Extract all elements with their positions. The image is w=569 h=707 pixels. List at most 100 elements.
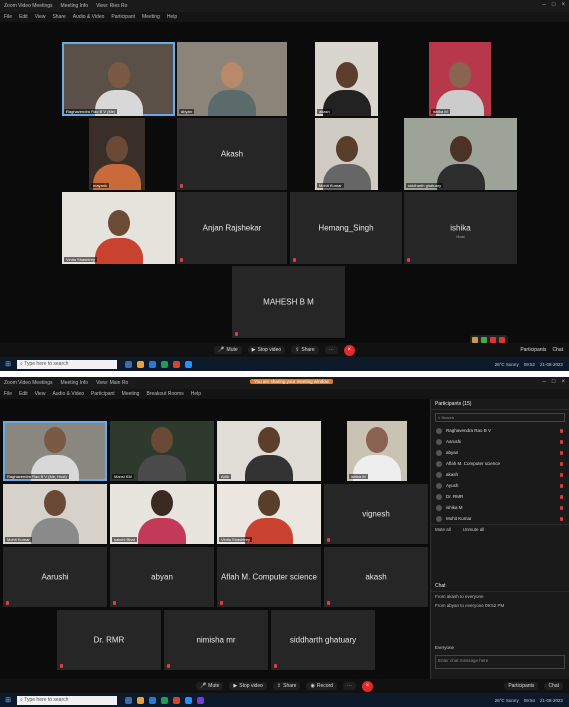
name-tile[interactable]: Aarushi xyxy=(3,547,107,607)
video-tile[interactable]: mayank xyxy=(89,118,145,190)
menu-participant[interactable]: Participant xyxy=(91,391,115,397)
taskbar-search-input[interactable]: ⌕ Type here to search xyxy=(17,359,117,369)
app-icon[interactable] xyxy=(173,696,180,704)
participant-row[interactable]: Aflah M. Computer science xyxy=(431,458,569,469)
mute-all-button[interactable]: Mute all xyxy=(435,527,451,532)
name-tile[interactable]: Dr. RMR xyxy=(57,610,161,670)
participant-row[interactable]: abyan xyxy=(431,447,569,458)
participants-search-input[interactable]: ⌕ Search xyxy=(435,413,565,422)
menu-audio-video[interactable]: Audio & Video xyxy=(73,14,105,20)
clock-time[interactable]: 09:54 xyxy=(524,698,535,703)
name-tile[interactable]: Hemang_Singh xyxy=(290,192,402,264)
video-tile[interactable]: Mohit Kumar xyxy=(315,118,378,190)
chat-button[interactable]: Chat xyxy=(544,682,563,690)
name-tile[interactable]: MAHESH B M xyxy=(232,266,345,338)
menu-meeting[interactable]: Meeting xyxy=(142,14,160,20)
share-button[interactable]: ⇪ Share xyxy=(291,346,319,354)
meeting-info[interactable]: Meeting Info xyxy=(61,3,89,9)
app-icon[interactable] xyxy=(161,696,168,704)
participants-button[interactable]: Participants xyxy=(520,347,546,353)
participant-row[interactable]: Dr. RMR xyxy=(431,491,569,502)
video-tile[interactable]: Mansi KM xyxy=(110,421,214,481)
video-tile[interactable]: ishika M xyxy=(347,421,407,481)
mute-button[interactable]: 🎤 Mute xyxy=(196,682,224,690)
app-icon[interactable] xyxy=(149,360,156,368)
menu-meeting[interactable]: Meeting xyxy=(122,391,140,397)
clock-date[interactable]: 21-08-2022 xyxy=(540,362,563,367)
clock-date[interactable]: 21-08-2022 xyxy=(540,698,563,703)
participant-row[interactable]: Mohit Kumar xyxy=(431,513,569,524)
end-meeting-button[interactable]: × xyxy=(361,680,373,692)
app-icon[interactable] xyxy=(137,696,144,704)
app-icon[interactable] xyxy=(137,360,144,368)
menu-edit[interactable]: Edit xyxy=(19,14,28,20)
minimize-icon[interactable]: – xyxy=(543,379,546,385)
video-tile[interactable]: Raghavendra Rao B V (Me) xyxy=(62,42,175,116)
app-icon[interactable] xyxy=(185,360,192,368)
name-tile[interactable]: nimisha mr xyxy=(164,610,268,670)
taskbar-search-input[interactable]: ⌕ Type here to search xyxy=(17,695,117,705)
menu-help[interactable]: Help xyxy=(167,14,177,20)
app-icon[interactable] xyxy=(149,696,156,704)
video-tile[interactable]: sakshi Bhat xyxy=(110,484,214,544)
chat-button[interactable]: Chat xyxy=(552,347,563,353)
stop-video-button[interactable]: ▶ Stop video xyxy=(247,346,286,354)
name-tile[interactable]: Akash xyxy=(177,118,287,190)
video-tile[interactable]: siddharth ghatuary xyxy=(404,118,517,190)
share-button[interactable]: ⇪ Share xyxy=(272,682,301,690)
windows-start-icon[interactable]: ⊞ xyxy=(3,360,13,368)
video-tile[interactable]: akash xyxy=(315,42,378,116)
video-tile[interactable]: Mohit Kumar xyxy=(3,484,107,544)
menu-help[interactable]: Help xyxy=(191,391,201,397)
mute-button[interactable]: 🎤 Mute xyxy=(214,346,242,354)
menu-audio-video[interactable]: Audio & Video xyxy=(52,391,84,397)
name-tile[interactable]: Anjan Rajshekar xyxy=(177,192,287,264)
clock-time[interactable]: 09:52 xyxy=(524,362,535,367)
name-tile[interactable]: siddharth ghatuary xyxy=(271,610,375,670)
name-tile[interactable]: ishika Host xyxy=(404,192,517,264)
participant-row[interactable]: Aarushi xyxy=(431,436,569,447)
more-button[interactable]: ⋯ xyxy=(324,346,338,354)
menu-file[interactable]: File xyxy=(4,14,12,20)
stop-video-button[interactable]: ▶ Stop video xyxy=(229,682,267,690)
app-icon[interactable] xyxy=(161,360,168,368)
video-tile[interactable]: Vinita Shashtrey xyxy=(62,192,175,264)
weather-label[interactable]: 28°C Sunny xyxy=(495,698,519,703)
participant-row[interactable]: Raghavendra Rao B V xyxy=(431,425,569,436)
record-button[interactable]: ◉ Record xyxy=(306,682,337,690)
video-tile[interactable]: abyan xyxy=(177,42,287,116)
maximize-icon[interactable]: □ xyxy=(552,379,556,385)
name-tile[interactable]: Aflah M. Computer science xyxy=(217,547,321,607)
participants-button[interactable]: Participants xyxy=(504,682,539,690)
video-tile[interactable]: ishika M xyxy=(429,42,491,116)
view-label[interactable]: View: Ries Ro xyxy=(96,3,127,9)
name-tile[interactable]: abyan xyxy=(110,547,214,607)
end-meeting-button[interactable]: × xyxy=(343,344,355,356)
video-tile[interactable]: Vinita Shashtrey xyxy=(217,484,321,544)
close-icon[interactable]: × xyxy=(561,2,565,8)
menu-file[interactable]: File xyxy=(4,391,12,397)
name-tile[interactable]: vignesh xyxy=(324,484,428,544)
video-tile[interactable]: Raghavendra Rao B V (Me, Host) xyxy=(3,421,107,481)
more-button[interactable]: ⋯ xyxy=(342,682,356,690)
maximize-icon[interactable]: □ xyxy=(552,2,556,8)
close-icon[interactable]: × xyxy=(561,379,565,385)
menu-edit[interactable]: Edit xyxy=(19,391,28,397)
app-icon[interactable] xyxy=(185,696,192,704)
meeting-info[interactable]: Meeting Info xyxy=(61,380,89,386)
app-icon[interactable] xyxy=(125,360,132,368)
app-icon[interactable] xyxy=(197,696,204,704)
weather-label[interactable]: 28°C Sunny xyxy=(495,362,519,367)
participant-row[interactable]: Ayush xyxy=(431,480,569,491)
menu-share[interactable]: Share xyxy=(52,14,65,20)
unmute-all-button[interactable]: Unmute all xyxy=(463,527,485,532)
chat-recipient-select[interactable]: Everyone xyxy=(435,645,454,650)
name-tile[interactable]: akash xyxy=(324,547,428,607)
video-tile[interactable]: Aditi xyxy=(217,421,321,481)
chat-input[interactable]: Enter chat message here xyxy=(435,655,565,669)
menu-breakout-rooms[interactable]: Breakout Rooms xyxy=(146,391,183,397)
minimize-icon[interactable]: – xyxy=(543,2,546,8)
windows-start-icon[interactable]: ⊞ xyxy=(3,696,13,704)
menu-participant[interactable]: Participant xyxy=(111,14,135,20)
participant-row[interactable]: akash xyxy=(431,469,569,480)
